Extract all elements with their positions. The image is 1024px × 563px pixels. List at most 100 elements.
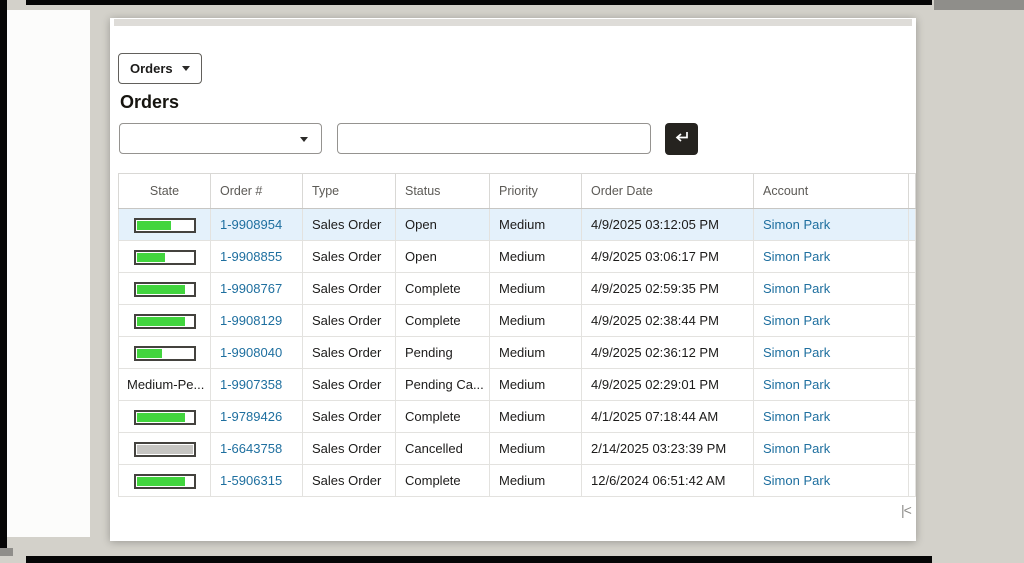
table-row[interactable]: 1-5906315 Sales Order Complete Medium 12…: [118, 464, 916, 497]
background-page-strip: [7, 10, 90, 537]
type-cell: Sales Order: [302, 368, 396, 401]
window-left-edge: [0, 0, 7, 548]
state-progress-meter: [133, 409, 196, 425]
state-cell: [118, 208, 211, 241]
priority-cell: Medium: [489, 240, 582, 273]
account-cell: Simon Park: [753, 208, 909, 241]
table-row[interactable]: 1-9789426 Sales Order Complete Medium 4/…: [118, 400, 916, 433]
account-cell: Simon Park: [753, 304, 909, 337]
state-progress-meter: [133, 217, 196, 233]
table-row[interactable]: 1-9908040 Sales Order Pending Medium 4/9…: [118, 336, 916, 369]
type-cell: Sales Order: [302, 272, 396, 305]
orders-panel: Orders Orders State Order # Type Status …: [110, 18, 916, 541]
type-cell: Sales Order: [302, 304, 396, 337]
order-number-cell: 1-9908954: [210, 208, 303, 241]
chevron-down-icon: [181, 66, 190, 71]
orders-table-body: 1-9908954 Sales Order Open Medium 4/9/20…: [118, 208, 916, 497]
clipped-cell: [908, 208, 916, 241]
state-progress-meter: [133, 441, 196, 457]
status-cell: Complete: [395, 304, 490, 337]
order-date-cell: 4/9/2025 02:59:35 PM: [581, 272, 754, 305]
order-number-link[interactable]: 1-9908129: [220, 313, 282, 328]
state-cell: Medium-Pe...: [118, 368, 211, 401]
priority-cell: Medium: [489, 336, 582, 369]
type-cell: Sales Order: [302, 208, 396, 241]
order-date-cell: 4/9/2025 02:38:44 PM: [581, 304, 754, 337]
search-input[interactable]: [337, 123, 651, 154]
run-search-button[interactable]: [665, 123, 698, 155]
state-progress-meter: [133, 313, 196, 329]
account-link[interactable]: Simon Park: [763, 345, 830, 360]
order-number-link[interactable]: 1-9908954: [220, 217, 282, 232]
account-link[interactable]: Simon Park: [763, 249, 830, 264]
orders-menu-label: Orders: [130, 61, 173, 76]
clipped-cell: [908, 272, 916, 305]
account-link[interactable]: Simon Park: [763, 409, 830, 424]
column-header-state[interactable]: State: [118, 173, 211, 209]
account-cell: Simon Park: [753, 240, 909, 273]
page-title: Orders: [120, 92, 180, 112]
priority-cell: Medium: [489, 272, 582, 305]
table-row[interactable]: 1-9908855 Sales Order Open Medium 4/9/20…: [118, 240, 916, 273]
account-link[interactable]: Simon Park: [763, 377, 830, 392]
window-corner-artifact: [934, 0, 1024, 10]
table-row[interactable]: Medium-Pe... 1-9907358 Sales Order Pendi…: [118, 368, 916, 401]
account-link[interactable]: Simon Park: [763, 217, 830, 232]
order-date-cell: 4/1/2025 07:18:44 AM: [581, 400, 754, 433]
column-header-status[interactable]: Status: [395, 173, 490, 209]
table-row[interactable]: 1-9908954 Sales Order Open Medium 4/9/20…: [118, 208, 916, 241]
order-number-link[interactable]: 1-9908767: [220, 281, 282, 296]
priority-cell: Medium: [489, 304, 582, 337]
order-number-link[interactable]: 1-5906315: [220, 473, 282, 488]
order-number-link[interactable]: 1-9908040: [220, 345, 282, 360]
status-cell: Cancelled: [395, 432, 490, 465]
order-date-cell: 4/9/2025 02:36:12 PM: [581, 336, 754, 369]
table-row[interactable]: 1-9908767 Sales Order Complete Medium 4/…: [118, 272, 916, 305]
state-cell: [118, 240, 211, 273]
return-arrow-icon: [673, 130, 690, 148]
state-progress-meter: [133, 345, 196, 361]
order-number-link[interactable]: 1-9789426: [220, 409, 282, 424]
column-header-account[interactable]: Account: [753, 173, 909, 209]
status-cell: Complete: [395, 272, 490, 305]
column-header-priority[interactable]: Priority: [489, 173, 582, 209]
state-progress-meter: [133, 281, 196, 297]
clipped-cell: [908, 336, 916, 369]
state-cell: [118, 432, 211, 465]
table-row[interactable]: 1-6643758 Sales Order Cancelled Medium 2…: [118, 432, 916, 465]
filter-field-select[interactable]: [119, 123, 322, 154]
order-number-cell: 1-9908855: [210, 240, 303, 273]
state-progress-meter: [133, 473, 196, 489]
column-header-type[interactable]: Type: [302, 173, 396, 209]
order-date-cell: 12/6/2024 06:51:42 AM: [581, 464, 754, 497]
order-number-cell: 1-9908040: [210, 336, 303, 369]
order-number-link[interactable]: 1-9907358: [220, 377, 282, 392]
order-number-link[interactable]: 1-9908855: [220, 249, 282, 264]
priority-cell: Medium: [489, 208, 582, 241]
state-cell: [118, 272, 211, 305]
clipped-cell: [908, 432, 916, 465]
first-page-icon[interactable]: |<: [901, 502, 912, 518]
status-cell: Complete: [395, 464, 490, 497]
order-date-cell: 4/9/2025 03:12:05 PM: [581, 208, 754, 241]
account-link[interactable]: Simon Park: [763, 313, 830, 328]
account-link[interactable]: Simon Park: [763, 441, 830, 456]
order-number-cell: 1-5906315: [210, 464, 303, 497]
order-date-cell: 2/14/2025 03:23:39 PM: [581, 432, 754, 465]
horizontal-scrollbar[interactable]: [114, 19, 912, 26]
order-number-cell: 1-6643758: [210, 432, 303, 465]
column-header-order-number[interactable]: Order #: [210, 173, 303, 209]
orders-table: State Order # Type Status Priority Order…: [118, 173, 916, 497]
orders-menu-button[interactable]: Orders: [118, 53, 202, 84]
account-cell: Simon Park: [753, 272, 909, 305]
window-bottom-edge: [26, 556, 932, 563]
type-cell: Sales Order: [302, 400, 396, 433]
status-cell: Pending Ca...: [395, 368, 490, 401]
order-number-link[interactable]: 1-6643758: [220, 441, 282, 456]
state-cell: [118, 400, 211, 433]
account-link[interactable]: Simon Park: [763, 473, 830, 488]
order-number-cell: 1-9908129: [210, 304, 303, 337]
account-link[interactable]: Simon Park: [763, 281, 830, 296]
column-header-order-date[interactable]: Order Date: [581, 173, 754, 209]
table-row[interactable]: 1-9908129 Sales Order Complete Medium 4/…: [118, 304, 916, 337]
